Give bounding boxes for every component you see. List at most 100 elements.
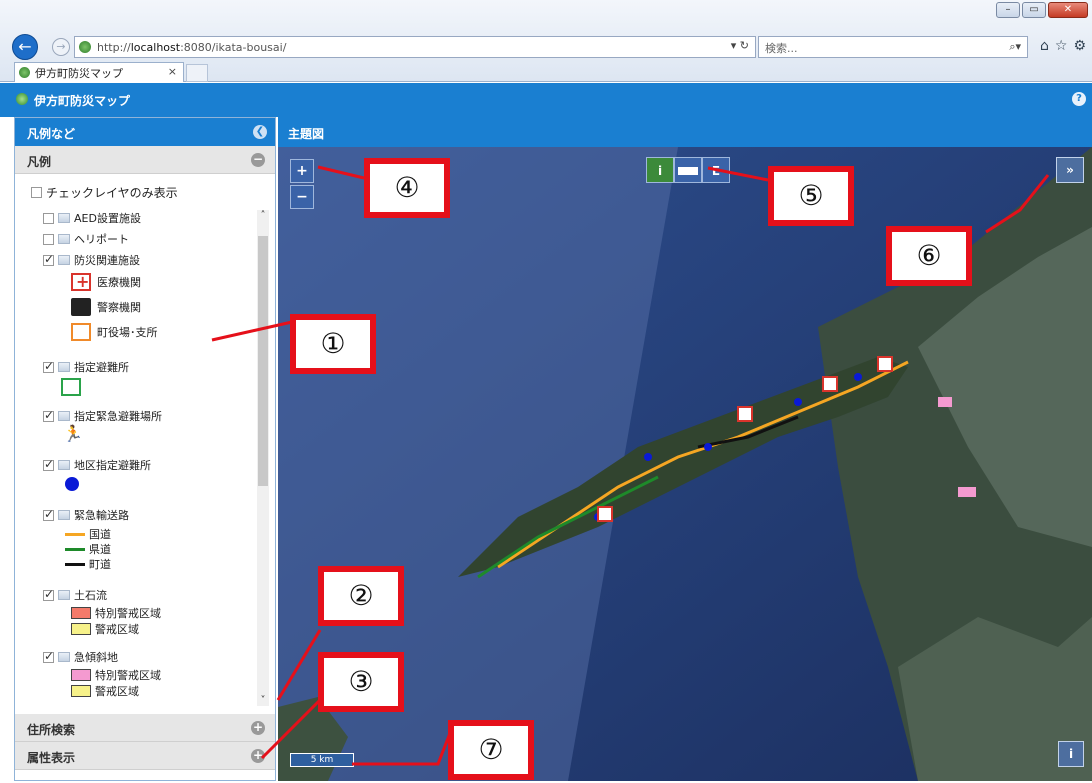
search-input[interactable]: 検索... ⌕▾ (758, 36, 1028, 58)
legend-item-label: 町道 (89, 558, 111, 571)
minimize-button[interactable]: – (996, 2, 1020, 18)
layer-label: AED設置施設 (74, 212, 141, 225)
layer-label: 防災関連施設 (74, 254, 140, 267)
layer-icon (58, 652, 70, 662)
forward-button[interactable]: → (52, 38, 70, 56)
blue-dot-icon (65, 477, 79, 491)
app-title: 伊方町防災マップ (34, 94, 131, 108)
legend-item-town-office: 町役場･支所 (71, 323, 158, 341)
layer-debris-flow[interactable]: 土石流 (43, 587, 107, 603)
left-panel-header: 凡例など ❮ (15, 118, 275, 146)
browser-chrome: – ▭ ✕ ← → http://localhost:8080/ikata-bo… (0, 0, 1092, 82)
police-icon (71, 298, 91, 316)
layer-checkbox[interactable] (43, 408, 54, 422)
scroll-thumb[interactable] (258, 236, 268, 486)
zoom-in-button[interactable]: + (290, 159, 314, 183)
expand-button[interactable]: » (1056, 157, 1084, 183)
layer-label: ヘリポート (74, 233, 129, 246)
info-button[interactable]: i (1058, 741, 1084, 767)
window-titlebar: – ▭ ✕ (0, 0, 1092, 30)
url-path: :8080/ikata-bousai/ (180, 40, 287, 54)
layer-checkbox[interactable] (43, 649, 54, 663)
map-panel-header: 主題図 (278, 117, 1092, 147)
refresh-icon[interactable]: ▾ ↻ (731, 39, 749, 52)
gear-icon[interactable]: ⚙ (1073, 38, 1086, 54)
plus-icon[interactable]: + (251, 749, 265, 763)
legend-item-label: 特別警戒区域 (95, 669, 161, 682)
callout-5: ⑤ (768, 166, 854, 226)
identify-tool-button[interactable]: i (646, 157, 674, 183)
black-line-icon (65, 562, 85, 566)
layer-aed[interactable]: AED設置施設 (43, 210, 141, 226)
legend-item-town-road: 町道 (65, 556, 111, 572)
export-tool-button[interactable]: E (702, 157, 730, 183)
layer-checkbox[interactable] (43, 212, 54, 224)
ruler-icon (678, 167, 698, 175)
tab-title: 伊方町防災マップ (35, 66, 123, 80)
layer-emergency-route[interactable]: 緊急輸送路 (43, 507, 129, 523)
legend-item-evacuation-site: 🏃 (63, 426, 89, 444)
only-checked-label: チェックレイヤのみ表示 (46, 186, 178, 200)
tab-bar: 伊方町防災マップ × (0, 60, 1092, 82)
legend-item-district-shelter (65, 477, 79, 491)
left-panel-title: 凡例など (27, 127, 76, 141)
legend-item-debris-special: 特別警戒区域 (71, 605, 161, 621)
site-icon (79, 41, 91, 53)
maximize-button[interactable]: ▭ (1022, 2, 1046, 18)
layer-checkbox[interactable] (43, 233, 54, 245)
layer-icon (58, 460, 70, 470)
attribute-header[interactable]: 属性表示 + (15, 742, 275, 770)
layer-emergency-evacuation-site[interactable]: 指定緊急避難場所 (43, 408, 162, 424)
layer-disaster-facilities[interactable]: 防災関連施設 (43, 252, 140, 268)
address-bar[interactable]: http://localhost:8080/ikata-bousai/ ▾ ↻ (74, 36, 756, 58)
layer-checkbox[interactable] (43, 587, 54, 601)
attribute-label: 属性表示 (27, 751, 76, 765)
legend-item-label: 町役場･支所 (97, 326, 158, 339)
layer-steep-slope[interactable]: 急傾斜地 (43, 649, 118, 665)
layer-icon (58, 213, 70, 223)
scroll-down-icon[interactable]: ˅ (257, 695, 269, 706)
help-icon[interactable]: ? (1072, 92, 1086, 106)
only-checked-checkbox[interactable] (31, 187, 42, 198)
new-tab-button[interactable] (186, 64, 208, 82)
layer-checkbox[interactable] (43, 507, 54, 521)
legend-scrollbar[interactable]: ˄ ˅ (257, 210, 269, 706)
scroll-up-icon[interactable]: ˄ (257, 210, 269, 221)
callout-2: ② (318, 566, 404, 626)
minus-icon[interactable]: − (251, 153, 265, 167)
search-icon[interactable]: ⌕▾ (1009, 40, 1021, 54)
map-toolbar: i E (646, 157, 730, 183)
running-person-icon: 🏃 (63, 424, 83, 443)
browser-tab[interactable]: 伊方町防災マップ × (14, 62, 184, 82)
back-button[interactable]: ← (12, 34, 38, 60)
layer-icon (58, 411, 70, 421)
layer-designated-shelter[interactable]: 指定避難所 (43, 359, 129, 375)
legend-section-header[interactable]: 凡例 − (15, 146, 275, 174)
layer-district-shelter[interactable]: 地区指定避難所 (43, 457, 151, 473)
layer-checkbox[interactable] (43, 252, 54, 266)
legend-item-label: 警察機関 (97, 301, 141, 314)
layer-icon (58, 590, 70, 600)
legend-item-label: 特別警戒区域 (95, 607, 161, 620)
layer-icon (58, 510, 70, 520)
star-icon[interactable]: ☆ (1055, 38, 1068, 54)
search-placeholder: 検索... (765, 42, 798, 55)
collapse-panel-icon[interactable]: ❮ (253, 125, 267, 139)
layer-checkbox[interactable] (43, 457, 54, 471)
only-checked-toggle[interactable]: チェックレイヤのみ表示 (31, 184, 178, 201)
tab-close-icon[interactable]: × (168, 65, 177, 78)
plus-icon[interactable]: + (251, 721, 265, 735)
legend-body: チェックレイヤのみ表示 AED設置施設 ヘリポート 防災関連施設 医療機関 警察… (15, 174, 275, 714)
green-line-icon (65, 547, 85, 551)
layer-heliport[interactable]: ヘリポート (43, 231, 129, 247)
zoom-out-button[interactable]: − (290, 185, 314, 209)
browser-toolbar: ⌂ ☆ ⚙ (1040, 38, 1086, 54)
legend-item-label: 医療機関 (97, 276, 141, 289)
legend-item-label: 警戒区域 (95, 623, 139, 636)
measure-tool-button[interactable] (674, 157, 702, 183)
layer-checkbox[interactable] (43, 359, 54, 373)
close-button[interactable]: ✕ (1048, 2, 1088, 18)
address-search-header[interactable]: 住所検索 + (15, 714, 275, 742)
home-icon[interactable]: ⌂ (1040, 38, 1049, 54)
red-box-icon (71, 607, 91, 619)
